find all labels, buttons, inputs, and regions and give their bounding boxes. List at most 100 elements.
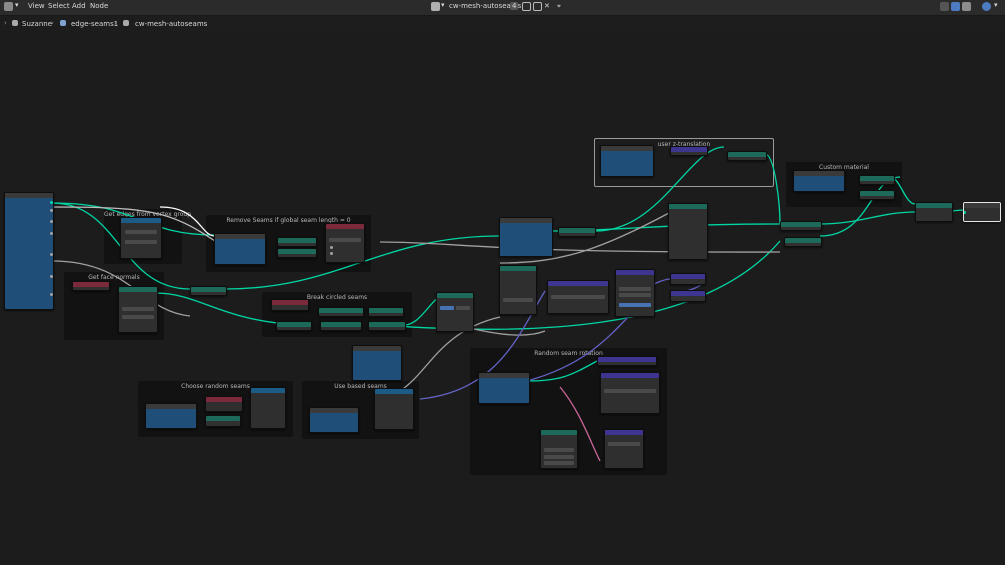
curve-sample-node[interactable] xyxy=(499,265,537,315)
math-node-break[interactable] xyxy=(271,299,309,311)
chevron-right-icon: › xyxy=(51,19,54,27)
boolean-math-node[interactable] xyxy=(320,321,362,331)
random-value-node[interactable] xyxy=(597,356,657,366)
float-link xyxy=(379,241,781,253)
set-material-node-2[interactable] xyxy=(859,190,895,200)
group-input-node-z[interactable] xyxy=(600,145,654,177)
store-attribute-node[interactable] xyxy=(325,223,365,263)
overlay-toggle-icon[interactable] xyxy=(982,2,991,11)
chevron-down-icon[interactable]: ▾ xyxy=(15,1,19,9)
breadcrumb-object[interactable]: Suzanne xyxy=(22,20,52,28)
header-bar: ▾ View Select Add Node ▾ cw-mesh-autosea… xyxy=(0,0,1005,16)
group-input-node-seams[interactable] xyxy=(352,345,402,381)
vector-rotate-node[interactable] xyxy=(670,273,706,285)
modifier-icon xyxy=(60,20,66,26)
boolean-random-node[interactable] xyxy=(604,429,644,469)
data-type-field[interactable] xyxy=(604,389,656,393)
value-socket[interactable] xyxy=(50,232,53,235)
count-field[interactable] xyxy=(503,298,533,302)
operation-field[interactable] xyxy=(551,295,605,299)
switch-node-break[interactable] xyxy=(276,321,312,331)
value-socket[interactable] xyxy=(50,209,53,212)
menu-view[interactable]: View xyxy=(28,2,45,10)
z-field[interactable] xyxy=(619,303,651,307)
edge-neighbors-node[interactable] xyxy=(318,307,364,317)
chevron-right-icon: › xyxy=(4,19,7,27)
group-input-node-remove-seams[interactable] xyxy=(214,233,266,265)
value-socket[interactable] xyxy=(50,253,53,256)
vector-add-node[interactable] xyxy=(670,290,706,302)
set-attribute-node[interactable] xyxy=(368,321,406,331)
compare-node[interactable] xyxy=(277,237,317,247)
false-field[interactable] xyxy=(544,455,574,459)
geometry-socket[interactable] xyxy=(50,201,53,204)
set-material-node[interactable] xyxy=(859,175,895,185)
seed-field[interactable] xyxy=(608,442,640,446)
capture-attribute-node[interactable] xyxy=(118,286,158,333)
editor-type-icon[interactable] xyxy=(4,2,13,11)
value-socket[interactable] xyxy=(50,275,53,278)
geometry-socket[interactable] xyxy=(964,211,966,214)
type-field[interactable] xyxy=(544,448,574,452)
menu-select[interactable]: Select xyxy=(48,2,70,10)
copy-icon[interactable] xyxy=(533,2,542,11)
node-tree-icon[interactable] xyxy=(431,2,440,11)
normal-input-node[interactable] xyxy=(72,281,110,291)
view-icon[interactable] xyxy=(951,2,960,11)
index-node[interactable] xyxy=(205,396,243,412)
domain-field[interactable] xyxy=(122,315,154,319)
set-position-node[interactable] xyxy=(668,203,708,260)
switch-node-output[interactable] xyxy=(784,237,822,247)
y-field[interactable] xyxy=(619,293,651,297)
node-editor-canvas[interactable]: user z-translation Custom material Get e… xyxy=(0,31,1005,565)
realize-instances-node[interactable] xyxy=(558,227,596,237)
domain-field[interactable] xyxy=(125,240,157,244)
group-input-node-material[interactable] xyxy=(793,170,845,192)
display-icon[interactable] xyxy=(962,2,971,11)
mesh-to-curve-node[interactable] xyxy=(436,292,474,332)
switch-node-random[interactable] xyxy=(540,429,578,469)
join-geometry-node[interactable] xyxy=(780,221,822,231)
group-input-node-main[interactable] xyxy=(499,217,553,257)
close-icon[interactable]: ✕ xyxy=(544,2,550,10)
join-geometry-final-node[interactable] xyxy=(915,202,953,222)
switch-node-based[interactable] xyxy=(374,388,414,430)
menu-add[interactable]: Add xyxy=(72,2,86,10)
mode-field[interactable] xyxy=(440,306,454,310)
x-field[interactable] xyxy=(619,287,651,291)
mode-field[interactable] xyxy=(329,238,361,242)
edges-to-face-node[interactable] xyxy=(190,286,227,296)
value-socket[interactable] xyxy=(50,293,53,296)
true-field[interactable] xyxy=(544,461,574,465)
group-input-node[interactable] xyxy=(4,192,54,310)
switch-node-choose[interactable] xyxy=(250,387,286,429)
menu-node[interactable]: Node xyxy=(90,2,108,10)
group-input-node-based[interactable] xyxy=(309,407,359,433)
chevron-down-icon[interactable]: ▾ xyxy=(994,1,998,9)
random-vector-node[interactable] xyxy=(600,372,660,414)
value-socket[interactable] xyxy=(50,220,53,223)
chevron-down-icon[interactable]: ▾ xyxy=(441,1,445,9)
data-type-field[interactable] xyxy=(125,230,157,234)
selection-checkbox[interactable] xyxy=(330,246,333,249)
shield-icon[interactable] xyxy=(522,2,531,11)
translate-instances-node[interactable] xyxy=(727,151,767,161)
pin-icon[interactable]: ⌖ xyxy=(557,2,561,11)
breadcrumb-node-group[interactable]: cw-mesh-autoseams xyxy=(135,20,207,28)
overlay-icon[interactable] xyxy=(940,2,949,11)
switch-node[interactable] xyxy=(277,248,317,258)
data-type-field[interactable] xyxy=(122,307,154,311)
named-attribute-node[interactable] xyxy=(120,217,162,259)
mode-field[interactable] xyxy=(456,306,470,310)
combine-xyz-node[interactable] xyxy=(615,269,655,317)
geometry-link xyxy=(403,296,441,326)
breadcrumb-modifier[interactable]: edge-seams1 xyxy=(71,20,118,28)
random-bool-node[interactable] xyxy=(205,415,241,427)
group-output-node[interactable] xyxy=(963,202,1001,222)
combine-xyz-node-z[interactable] xyxy=(670,146,708,156)
group-input-node-choose[interactable] xyxy=(145,403,197,429)
edge-angle-node[interactable] xyxy=(368,307,404,317)
vector-math-node[interactable] xyxy=(547,280,609,314)
selection-checkbox[interactable] xyxy=(330,252,333,255)
group-input-node-random[interactable] xyxy=(478,372,530,404)
